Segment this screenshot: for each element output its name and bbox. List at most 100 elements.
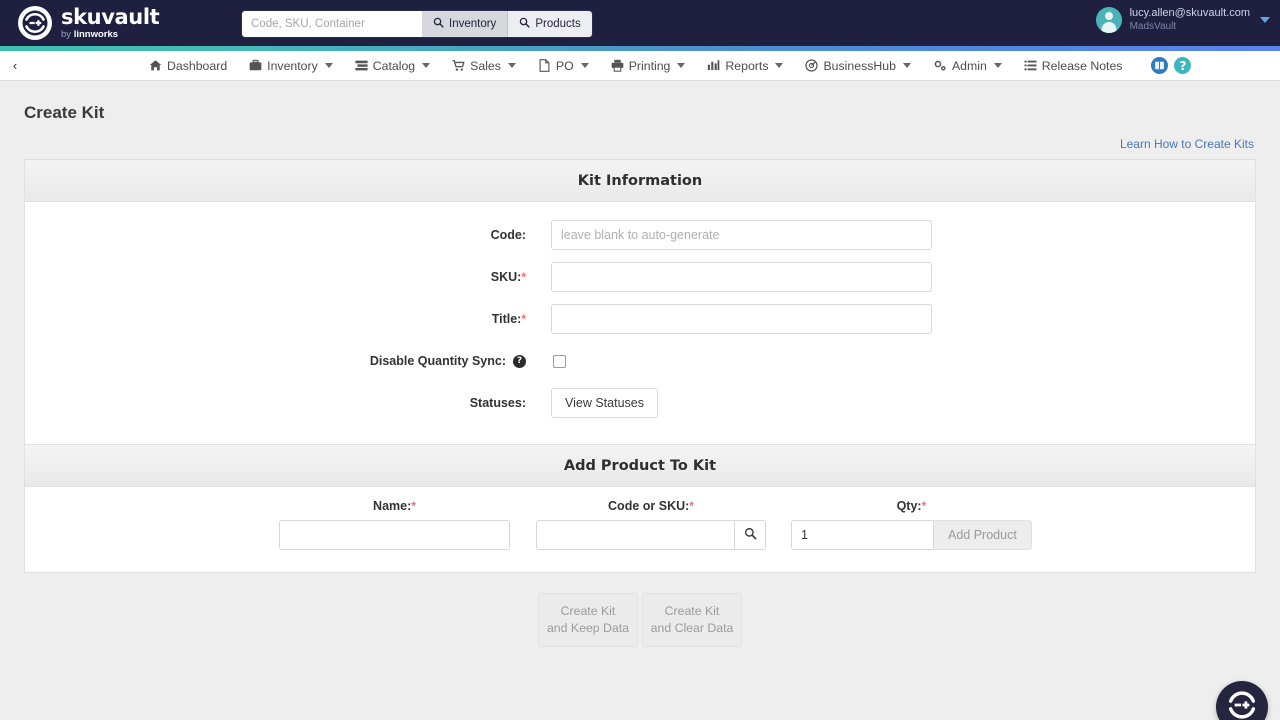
qty-label-wrap: Qty:* — [791, 499, 1032, 513]
add-product-title: Add Product To Kit — [25, 445, 1255, 487]
search-inventory-button[interactable]: Inventory — [422, 11, 508, 37]
learn-link-row: Learn How to Create Kits — [0, 123, 1280, 159]
nav-item-reports[interactable]: Reports — [696, 51, 794, 81]
brand-logo[interactable]: skuvault by linnworks — [18, 6, 159, 40]
nav-label: Sales — [470, 59, 501, 73]
kit-information-body: Code: SKU:* Title:* — [25, 202, 1255, 444]
create-clear-line1: Create Kit — [643, 603, 741, 620]
chevron-down-icon — [677, 63, 685, 68]
view-statuses-button[interactable]: View Statuses — [551, 388, 658, 418]
statuses-label-wrap: Statuses: — [25, 396, 551, 410]
nav-item-sales[interactable]: Sales — [441, 51, 527, 81]
list-icon — [355, 59, 368, 72]
required-marker: * — [521, 270, 526, 284]
gears-icon — [933, 59, 947, 72]
required-marker: * — [689, 499, 694, 513]
user-menu[interactable]: lucy.allen@skuvault.com MadsVault — [1096, 7, 1270, 33]
nav-item-release-notes[interactable]: Release Notes — [1013, 51, 1134, 81]
top-header-bar: skuvault by linnworks Inventory Products… — [0, 0, 1280, 46]
add-product-body: Name:* Code or SKU:* Qt — [25, 487, 1255, 572]
nav-label: Inventory — [267, 59, 318, 73]
nav-item-printing[interactable]: Printing — [600, 51, 697, 81]
search-products-button[interactable]: Products — [508, 11, 591, 37]
code-input[interactable] — [551, 220, 932, 250]
book-icon[interactable] — [1151, 57, 1168, 74]
nav-item-po[interactable]: PO — [527, 51, 600, 81]
chevron-down-icon — [994, 63, 1002, 68]
create-keep-line2: and Keep Data — [539, 620, 637, 637]
nav-item-admin[interactable]: Admin — [922, 51, 1013, 81]
question-circle-icon[interactable]: ? — [1174, 57, 1191, 74]
lines-icon — [1024, 59, 1037, 72]
nav-label: Reports — [725, 59, 768, 73]
learn-how-to-create-kits-link[interactable]: Learn How to Create Kits — [1120, 137, 1254, 151]
nav-item-dashboard[interactable]: Dashboard — [138, 51, 238, 81]
qty-input[interactable] — [791, 520, 934, 550]
required-marker: * — [521, 312, 526, 326]
product-name-input[interactable] — [279, 520, 510, 550]
field-row-title: Title:* — [25, 298, 1255, 340]
brand-subtitle: by linnworks — [61, 30, 159, 40]
title-input[interactable] — [551, 304, 932, 334]
chevron-down-icon — [422, 63, 430, 68]
help-circle-icon[interactable]: ? — [513, 355, 526, 368]
home-icon — [149, 59, 162, 72]
title-label: Title: — [492, 312, 522, 326]
create-clear-line2: and Clear Data — [643, 620, 741, 637]
add-product-button[interactable]: Add Product — [934, 520, 1032, 550]
create-kit-and-clear-data-button[interactable]: Create Kit and Clear Data — [642, 593, 742, 647]
title-label-wrap: Title:* — [25, 312, 551, 326]
required-marker: * — [922, 499, 927, 513]
disable-quantity-sync-label-wrap: Disable Quantity Sync: ? — [25, 354, 551, 368]
page-content: Create Kit Learn How to Create Kits Kit … — [0, 81, 1280, 720]
create-kit-and-keep-data-button[interactable]: Create Kit and Keep Data — [538, 593, 638, 647]
kit-information-panel: Kit Information Code: SKU:* — [24, 159, 1256, 445]
sidebar-collapse-icon[interactable]: ‹ — [4, 51, 26, 80]
statuses-label: Statuses: — [470, 396, 526, 410]
field-row-statuses: Statuses: View Statuses — [25, 382, 1255, 424]
chevron-down-icon — [581, 63, 589, 68]
search-products-label: Products — [535, 18, 580, 30]
nav-label: Catalog — [373, 59, 415, 73]
skuvault-logo-icon — [1227, 690, 1257, 720]
search-input[interactable] — [242, 11, 422, 37]
nav-label: Admin — [952, 59, 987, 73]
kit-information-title: Kit Information — [25, 160, 1255, 202]
cart-icon — [452, 59, 465, 72]
search-inventory-label: Inventory — [449, 18, 496, 30]
chat-widget-button[interactable] — [1216, 681, 1268, 720]
name-label-wrap: Name:* — [279, 499, 510, 513]
nav-label: PO — [556, 59, 574, 73]
nav-item-catalog[interactable]: Catalog — [344, 51, 441, 81]
nav-item-businesshub[interactable]: BusinessHub — [794, 51, 921, 81]
chevron-down-icon — [903, 63, 911, 68]
code-label-wrap: Code: — [25, 228, 551, 242]
qty-label: Qty: — [897, 499, 922, 513]
field-group-name: Name:* — [279, 499, 510, 550]
code-or-sku-input[interactable] — [536, 520, 734, 550]
chevron-down-icon[interactable] — [1260, 17, 1270, 23]
skuvault-logo-icon — [18, 6, 52, 40]
chevron-down-icon — [508, 63, 516, 68]
form-actions: Create Kit and Keep Data Create Kit and … — [0, 593, 1280, 647]
main-navigation: ‹ Dashboard Inventory Catalog — [0, 51, 1280, 81]
avatar — [1096, 7, 1122, 33]
user-org: MadsVault — [1130, 21, 1250, 34]
user-email: lucy.allen@skuvault.com — [1130, 7, 1250, 21]
search-icon — [744, 527, 757, 543]
disable-quantity-sync-checkbox[interactable] — [553, 355, 566, 368]
page-title: Create Kit — [0, 81, 1280, 123]
bar-chart-icon — [707, 59, 720, 72]
disable-quantity-sync-label: Disable Quantity Sync: — [370, 354, 506, 368]
chevron-down-icon — [775, 63, 783, 68]
nav-item-inventory[interactable]: Inventory — [238, 51, 344, 81]
document-icon — [538, 59, 551, 72]
field-row-disable-quantity-sync: Disable Quantity Sync: ? — [25, 340, 1255, 382]
field-row-sku: SKU:* — [25, 256, 1255, 298]
sku-input[interactable] — [551, 262, 932, 292]
search-icon — [519, 17, 530, 31]
chevron-down-icon — [325, 63, 333, 68]
code-or-sku-label: Code or SKU: — [608, 499, 689, 513]
product-search-button[interactable] — [734, 520, 766, 550]
code-or-sku-label-wrap: Code or SKU:* — [536, 499, 766, 513]
